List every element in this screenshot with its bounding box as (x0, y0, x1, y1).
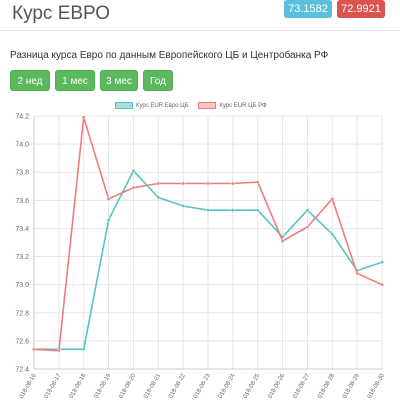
y-tick-label: 72.6 (15, 338, 29, 345)
y-tick-label: 73.2 (15, 254, 29, 261)
data-point-cbr (231, 181, 235, 186)
x-tick-label: 018-08-17 (44, 372, 63, 399)
data-point-ecb (330, 232, 335, 236)
y-tick-label: 73.8 (15, 170, 29, 177)
period-2-weeks-button[interactable]: 2 нед (10, 70, 50, 91)
data-point-ecb (131, 169, 136, 173)
x-tick-label: 018-08-29 (342, 372, 361, 399)
header-divider (0, 30, 400, 31)
period-year-button[interactable]: Год (143, 70, 173, 91)
data-point-ecb (380, 260, 384, 264)
data-point-ecb (305, 208, 310, 212)
data-point-cbr (380, 282, 384, 287)
x-tick-label: 018-08-27 (292, 372, 311, 399)
y-tick-label: 73.6 (15, 198, 29, 205)
y-tick-label: 74.0 (15, 142, 29, 149)
x-tick-label: 018-08-24 (218, 372, 237, 399)
data-point-cbr (330, 197, 335, 201)
x-tick-label: 018-08-25 (243, 372, 262, 399)
x-tick-label: 018-08-19 (93, 372, 112, 399)
data-point-ecb (106, 218, 111, 222)
x-tick-label: 018-08-20 (118, 372, 137, 399)
y-tick-label: 72.8 (15, 310, 29, 317)
x-tick-label: 018-08-30 (367, 372, 386, 399)
data-point-ecb (81, 347, 86, 352)
data-point-ecb (156, 195, 161, 200)
data-point-cbr (32, 347, 36, 352)
x-tick-label: 018-08-22 (168, 372, 187, 399)
data-point-cbr (131, 185, 136, 190)
x-tick-label: 018-08-16 (19, 372, 38, 399)
data-point-ecb (231, 208, 235, 212)
data-point-ecb (255, 208, 260, 212)
data-point-cbr (280, 239, 285, 243)
data-point-cbr (156, 181, 161, 186)
x-tick-label: 018-08-26 (267, 372, 286, 399)
data-point-cbr (106, 197, 111, 201)
data-point-cbr (355, 271, 359, 276)
data-point-cbr (81, 115, 86, 120)
x-tick-label: 018-08-21 (143, 372, 162, 399)
data-point-cbr (206, 181, 210, 186)
euro-rate-chart: 74.2 74.0 73.8 73.6 73.4 73.2 73.0 72.8 72.6 72.4… (15, 114, 386, 400)
cbr-rate-badge: 72.9921 (337, 0, 385, 18)
page-title: Курс ЕВРО (12, 3, 111, 24)
y-tick-label: 72.4 (15, 367, 29, 374)
y-tick-label: 73.0 (15, 282, 29, 289)
data-point-cbr (255, 180, 260, 184)
y-tick-label: 73.4 (15, 226, 29, 233)
x-tick-label: 018-08-28 (317, 372, 336, 399)
data-point-cbr (57, 348, 61, 353)
period-1-month-button[interactable]: 1 мес (55, 70, 95, 91)
data-point-ecb (206, 208, 210, 212)
y-tick-label: 74.2 (15, 114, 29, 121)
ecb-rate-badge: 73.1582 (284, 0, 332, 18)
x-tick-label: 018-08-23 (193, 372, 212, 399)
period-3-months-button[interactable]: 3 мес (100, 70, 138, 91)
data-point-cbr (181, 181, 185, 186)
data-point-cbr (305, 225, 310, 229)
x-tick-label: 018-08-18 (69, 372, 88, 399)
chart-subtitle: Разница курса Евро по данным Европейског… (10, 50, 329, 61)
data-point-ecb (181, 204, 185, 208)
